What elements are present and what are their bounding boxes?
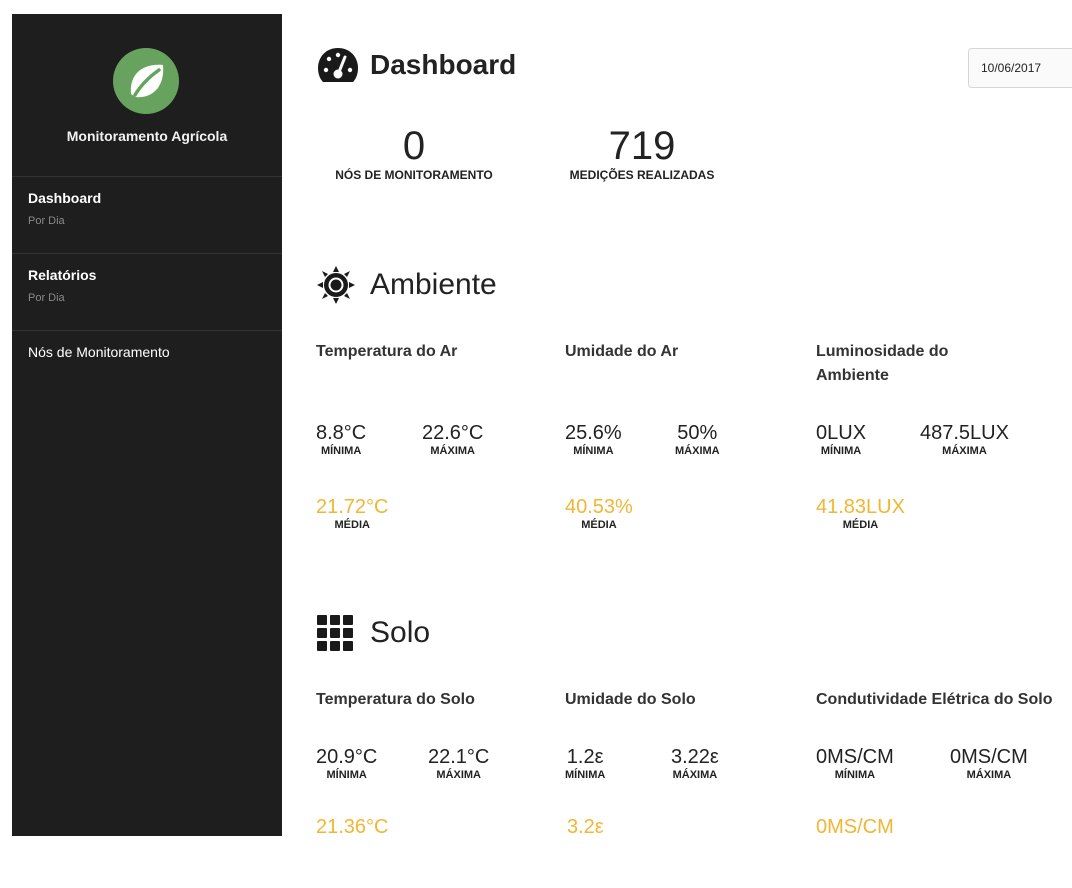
divider xyxy=(12,253,282,254)
stat-label: MEDIÇÕES REALIZADAS xyxy=(569,168,715,182)
min-value: 20.9°C MÍNIMA xyxy=(316,746,377,781)
value-label: MÁXIMA xyxy=(966,769,1012,781)
solo-header: Solo xyxy=(316,614,430,652)
max-value: 0MS/CM MÁXIMA xyxy=(950,746,1028,781)
grid-icon xyxy=(317,615,353,651)
sun-gear-icon xyxy=(317,266,355,304)
leaf-icon xyxy=(130,64,164,98)
min-value: 1.2ε MÍNIMA xyxy=(565,746,605,781)
max-value: 3.22ε MÁXIMA xyxy=(671,746,719,781)
value-label: MÍNIMA xyxy=(326,769,367,781)
avg-value: 3.2ε xyxy=(567,816,604,838)
value-number: 41.83LUX xyxy=(816,496,905,518)
max-value: 50% MÁXIMA xyxy=(675,422,720,457)
value-number: 3.2ε xyxy=(567,816,604,838)
value-number: 22.1°C xyxy=(428,746,490,768)
avg-value: 0MS/CM xyxy=(816,816,894,838)
main-content: Dashboard 10/06/2017 0 NÓS DE MONITORAME… xyxy=(282,0,1072,838)
metric-luminosidade: Luminosidade do Ambiente 0LUX MÍNIMA 487… xyxy=(816,340,1046,540)
value-number: 40.53% xyxy=(565,496,633,518)
ambiente-header: Ambiente xyxy=(316,266,497,304)
metric-umidade-solo: Umidade do Solo 1.2ε MÍNIMA 3.22ε MÁXIMA… xyxy=(565,688,795,888)
value-number: 487.5LUX xyxy=(920,422,1009,444)
value-number: 0MS/CM xyxy=(816,746,894,768)
metric-condutividade: Condutividade Elétrica do Solo 0MS/CM MÍ… xyxy=(816,688,1072,888)
value-label: MÍNIMA xyxy=(565,769,606,781)
value-label: MÍNIMA xyxy=(320,445,362,457)
value-number: 21.36°C xyxy=(316,816,389,838)
stat-value: 719 xyxy=(608,124,676,168)
app-title: Monitoramento Agrícola xyxy=(66,128,228,144)
page-title: Dashboard xyxy=(370,49,517,80)
avg-value: 41.83LUX MÉDIA xyxy=(816,496,905,531)
metric-title: Temperatura do Ar xyxy=(316,343,458,360)
value-number: 1.2ε xyxy=(566,746,604,768)
value-label: MÍNIMA xyxy=(573,445,614,457)
metric-umidade-ar: Umidade do Ar 25.6% MÍNIMA 50% MÁXIMA 40… xyxy=(565,340,795,540)
sidebar-item-dashboard[interactable]: Dashboard Por Dia xyxy=(28,190,101,227)
value-number: 3.22ε xyxy=(671,746,719,768)
stat-value: 0 xyxy=(402,124,426,168)
date-picker[interactable]: 10/06/2017 xyxy=(968,48,1072,88)
value-number: 20.9°C xyxy=(316,746,378,768)
value-number: 0MS/CM xyxy=(816,816,894,838)
value-number: 0MS/CM xyxy=(950,746,1028,768)
value-number: 25.6% xyxy=(565,422,622,444)
value-label: MÍNIMA xyxy=(820,445,862,457)
value-label: MÁXIMA xyxy=(942,445,987,457)
dashboard-header: Dashboard xyxy=(316,46,516,84)
max-value: 22.1°C MÁXIMA xyxy=(428,746,489,781)
avg-value: 21.72°C MÉDIA xyxy=(316,496,389,531)
sidebar-item-label: Nós de Monitoramento xyxy=(28,344,170,360)
value-label: MÁXIMA xyxy=(436,769,481,781)
value-label: MÉDIA xyxy=(581,519,617,531)
section-title-ambiente: Ambiente xyxy=(370,268,497,301)
value-label: MÁXIMA xyxy=(672,769,718,781)
value-number: 50% xyxy=(677,422,718,444)
stat-measurements: 719 MEDIÇÕES REALIZADAS xyxy=(557,126,727,182)
divider xyxy=(12,330,282,331)
metric-title: Umidade do Solo xyxy=(565,691,696,708)
value-label: MÍNIMA xyxy=(834,769,876,781)
sidebar-item-label: Dashboard xyxy=(28,190,102,206)
sidebar-item-nos-de-monitoramento[interactable]: Nós de Monitoramento xyxy=(28,344,170,360)
metric-title: Umidade do Ar xyxy=(565,343,679,360)
avg-value: 21.36°C xyxy=(316,816,389,838)
metric-title: Temperatura do Solo xyxy=(316,691,475,708)
sidebar: Monitoramento Agrícola Dashboard Por Dia… xyxy=(12,14,282,836)
sidebar-item-label: Relatórios xyxy=(28,267,97,283)
metric-temperatura-ar: Temperatura do Ar 8.8°C MÍNIMA 22.6°C MÁ… xyxy=(316,340,546,540)
app-logo xyxy=(113,48,179,114)
metric-temperatura-solo: Temperatura do Solo 20.9°C MÍNIMA 22.1°C… xyxy=(316,688,546,888)
sidebar-subitem-por-dia[interactable]: Por Dia xyxy=(28,215,101,227)
value-number: 22.6°C xyxy=(422,422,484,444)
divider xyxy=(12,176,282,177)
section-title-solo: Solo xyxy=(370,616,431,649)
min-value: 0MS/CM MÍNIMA xyxy=(816,746,894,781)
speedometer-icon xyxy=(318,48,358,82)
min-value: 8.8°C MÍNIMA xyxy=(316,422,366,457)
min-value: 0LUX MÍNIMA xyxy=(816,422,866,457)
value-label: MÉDIA xyxy=(842,519,879,531)
value-number: 0LUX xyxy=(816,422,867,444)
sidebar-subitem-por-dia[interactable]: Por Dia xyxy=(28,292,96,304)
avg-value: 40.53% MÉDIA xyxy=(565,496,633,531)
value-label: MÁXIMA xyxy=(430,445,475,457)
stat-label: NÓS DE MONITORAMENTO xyxy=(335,168,493,182)
min-value: 25.6% MÍNIMA xyxy=(565,422,622,457)
metric-title: Condutividade Elétrica do Solo xyxy=(816,691,1053,708)
value-number: 21.72°C xyxy=(316,496,389,518)
value-label: MÉDIA xyxy=(334,519,370,531)
metric-title: Luminosidade do Ambiente xyxy=(816,343,949,384)
value-label: MÁXIMA xyxy=(675,445,720,457)
max-value: 487.5LUX MÁXIMA xyxy=(920,422,1009,457)
max-value: 22.6°C MÁXIMA xyxy=(422,422,483,457)
value-number: 8.8°C xyxy=(316,422,367,444)
sidebar-item-relatorios[interactable]: Relatórios Por Dia xyxy=(28,267,96,304)
stat-nodes: 0 NÓS DE MONITORAMENTO xyxy=(316,126,512,182)
